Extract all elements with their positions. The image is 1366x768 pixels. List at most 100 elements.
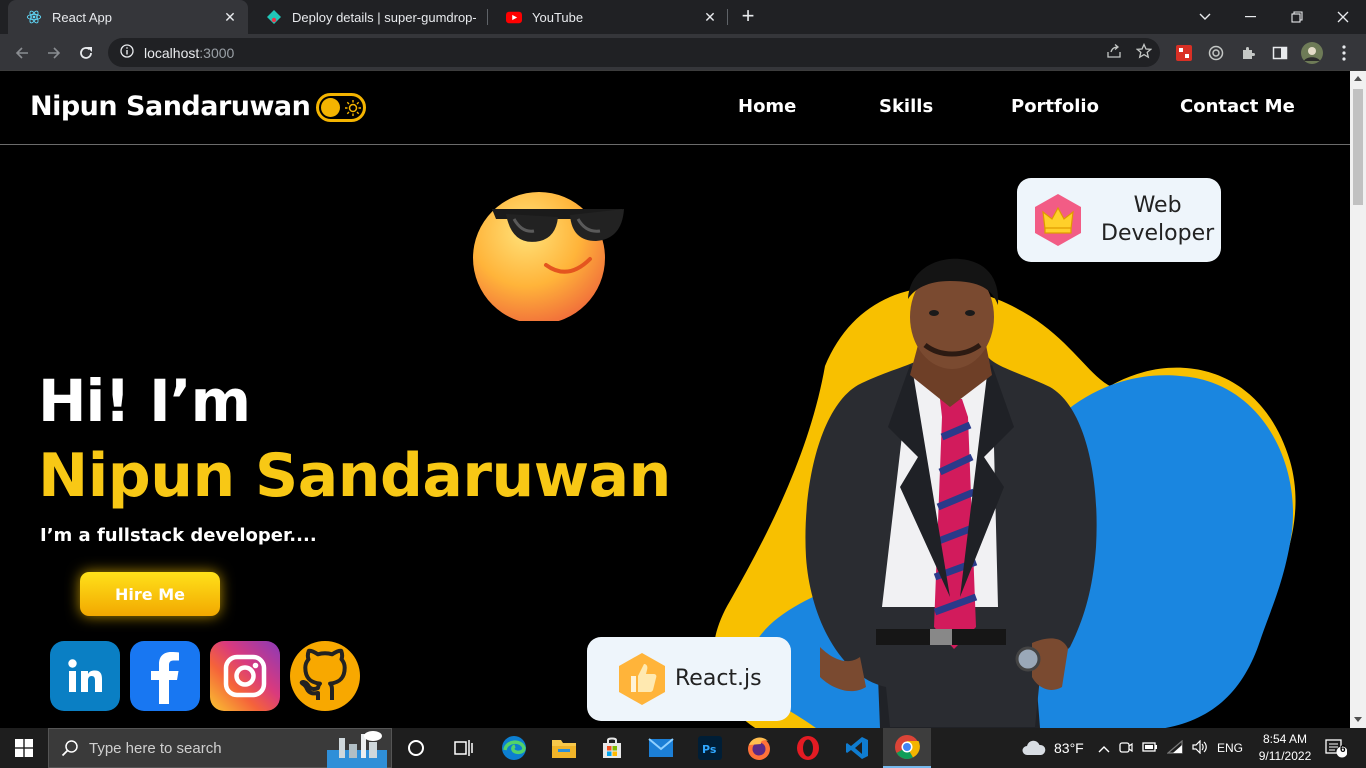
theme-toggle[interactable] bbox=[316, 93, 366, 122]
hero-subtitle: I’m a fullstack developer.... bbox=[40, 525, 317, 546]
notifications-icon[interactable]: 6 bbox=[1316, 728, 1356, 768]
browser-toolbar: localhost:3000 bbox=[0, 34, 1366, 71]
windows-taskbar: Type here to search Ps 83°F ENG 8:54 AM … bbox=[0, 728, 1366, 768]
sunglasses-emoji-icon bbox=[473, 192, 624, 321]
tab-react-app[interactable]: React App ✕ bbox=[8, 0, 248, 34]
reactjs-badge: React.js bbox=[587, 637, 791, 721]
badge-line-2: Developer bbox=[1101, 221, 1215, 246]
tab-youtube[interactable]: YouTube ✕ bbox=[488, 0, 728, 34]
taskbar-search-box[interactable]: Type here to search bbox=[48, 728, 392, 768]
tab-deploy-details[interactable]: Deploy details | super-gumdrop- bbox=[248, 0, 486, 34]
side-panel-icon[interactable] bbox=[1269, 42, 1291, 64]
toggle-knob bbox=[321, 98, 340, 117]
profile-photo bbox=[805, 258, 1097, 728]
search-placeholder: Type here to search bbox=[89, 739, 222, 757]
weather-widget[interactable]: 83°F bbox=[1022, 728, 1084, 768]
weather-temperature: 83°F bbox=[1054, 740, 1084, 756]
edge-icon[interactable] bbox=[490, 728, 538, 768]
reload-icon[interactable] bbox=[73, 40, 99, 66]
tab-search-chevron-icon[interactable] bbox=[1182, 0, 1228, 34]
extensions-puzzle-icon[interactable] bbox=[1237, 42, 1259, 64]
taskbar-clock[interactable]: 8:54 AM 9/11/2022 bbox=[1254, 731, 1316, 765]
svg-text:Ps: Ps bbox=[702, 743, 717, 756]
wifi-icon[interactable] bbox=[1166, 739, 1183, 757]
meet-now-icon[interactable] bbox=[1119, 740, 1133, 757]
photoshop-icon[interactable]: Ps bbox=[686, 728, 734, 768]
nav-portfolio[interactable]: Portfolio bbox=[1011, 96, 1099, 117]
site-navbar: Nipun Sandaruwan Home Skills Portfolio C… bbox=[0, 71, 1350, 145]
tab-title: YouTube bbox=[532, 9, 584, 25]
crown-icon bbox=[1035, 194, 1081, 246]
nav-skills[interactable]: Skills bbox=[879, 96, 933, 117]
cortana-icon[interactable] bbox=[392, 728, 440, 768]
search-highlight-icon bbox=[327, 731, 387, 768]
close-window-icon[interactable] bbox=[1320, 0, 1366, 34]
react-icon bbox=[26, 9, 42, 25]
close-tab-icon[interactable]: ✕ bbox=[222, 9, 238, 25]
file-explorer-icon[interactable] bbox=[540, 728, 588, 768]
mail-icon[interactable] bbox=[637, 728, 685, 768]
system-tray-icons: ENG bbox=[1098, 728, 1243, 768]
badge-text: Web Developer bbox=[1101, 192, 1214, 248]
url-port: :3000 bbox=[199, 44, 235, 61]
youtube-icon bbox=[506, 9, 522, 25]
battery-icon[interactable] bbox=[1142, 741, 1158, 756]
address-bar[interactable]: localhost:3000 bbox=[108, 38, 1160, 67]
netlify-icon bbox=[266, 9, 282, 25]
vscode-icon[interactable] bbox=[833, 728, 881, 768]
site-info-icon[interactable] bbox=[120, 43, 134, 62]
forward-arrow-icon[interactable] bbox=[41, 40, 67, 66]
url-text: localhost:3000 bbox=[144, 45, 234, 61]
url-host: localhost bbox=[144, 44, 200, 61]
close-tab-icon[interactable]: ✕ bbox=[702, 9, 718, 25]
site-brand[interactable]: Nipun Sandaruwan bbox=[30, 91, 311, 122]
hero-greeting: Hi! I’m bbox=[38, 367, 251, 435]
instagram-icon[interactable] bbox=[210, 641, 280, 711]
notification-count: 6 bbox=[1340, 744, 1346, 755]
nav-home[interactable]: Home bbox=[738, 96, 796, 117]
tab-title: React App bbox=[52, 9, 112, 25]
microsoft-store-icon[interactable] bbox=[588, 728, 636, 768]
restore-icon[interactable] bbox=[1274, 0, 1320, 34]
linkedin-icon[interactable] bbox=[50, 641, 120, 711]
opera-icon[interactable] bbox=[784, 728, 832, 768]
firefox-icon[interactable] bbox=[735, 728, 783, 768]
hero-name: Nipun Sandaruwan bbox=[38, 441, 671, 511]
badge-line-1: Web bbox=[1133, 193, 1182, 218]
task-view-icon[interactable] bbox=[440, 728, 488, 768]
scroll-up-arrow-icon[interactable] bbox=[1354, 76, 1362, 81]
new-tab-icon[interactable]: + bbox=[736, 5, 760, 29]
hire-me-button[interactable]: Hire Me bbox=[80, 572, 220, 616]
thumbs-up-icon bbox=[619, 653, 665, 705]
scroll-down-arrow-icon[interactable] bbox=[1354, 717, 1362, 722]
scrollbar-thumb[interactable] bbox=[1353, 89, 1363, 205]
bookmark-star-icon[interactable] bbox=[1135, 42, 1153, 63]
profile-avatar-icon[interactable] bbox=[1301, 42, 1323, 64]
browser-tab-strip: React App ✕ Deploy details | super-gumdr… bbox=[0, 0, 1366, 34]
back-arrow-icon[interactable] bbox=[9, 40, 35, 66]
sun-icon bbox=[345, 100, 361, 116]
tab-title: Deploy details | super-gumdrop- bbox=[292, 9, 476, 25]
chrome-icon[interactable] bbox=[883, 728, 931, 768]
clock-date: 9/11/2022 bbox=[1258, 749, 1312, 763]
github-icon[interactable] bbox=[290, 641, 360, 711]
facebook-icon[interactable] bbox=[130, 641, 200, 711]
page-viewport: Nipun Sandaruwan Home Skills Portfolio C… bbox=[0, 71, 1350, 728]
page-scrollbar[interactable] bbox=[1350, 71, 1366, 728]
extension-target-icon[interactable] bbox=[1205, 42, 1227, 64]
nav-contact-me[interactable]: Contact Me bbox=[1180, 96, 1295, 117]
share-icon[interactable] bbox=[1106, 43, 1122, 63]
minimize-icon[interactable] bbox=[1228, 0, 1274, 34]
badge-label: React.js bbox=[675, 666, 762, 691]
address-bar-actions bbox=[1106, 38, 1153, 67]
browser-menu-icon[interactable] bbox=[1333, 42, 1355, 64]
cloud-icon bbox=[1022, 740, 1046, 755]
show-hidden-icons-chevron-icon[interactable] bbox=[1098, 741, 1110, 756]
tab-divider bbox=[727, 9, 728, 25]
web-developer-badge: Web Developer bbox=[1017, 178, 1221, 262]
search-icon bbox=[61, 740, 78, 757]
extension-red-icon[interactable] bbox=[1173, 42, 1195, 64]
volume-icon[interactable] bbox=[1192, 739, 1208, 757]
windows-start-icon[interactable] bbox=[0, 728, 48, 768]
language-indicator[interactable]: ENG bbox=[1217, 741, 1243, 755]
